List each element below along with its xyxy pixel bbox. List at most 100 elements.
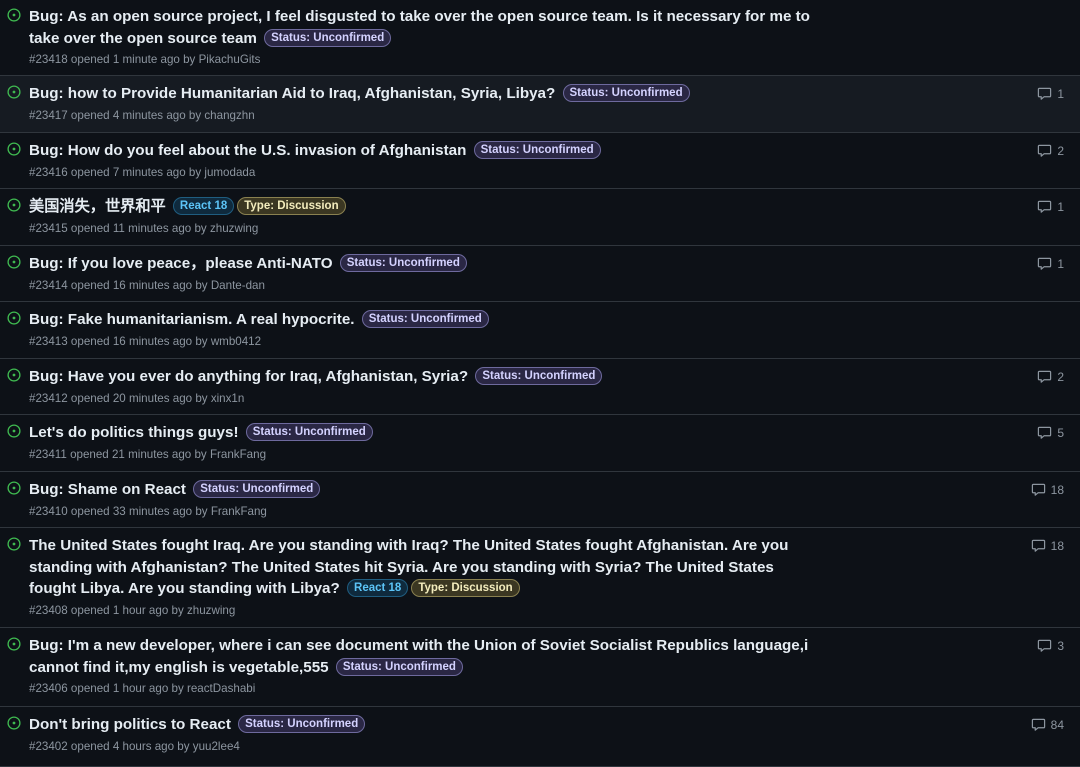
issue-row[interactable]: Bug: How do you feel about the U.S. inva… bbox=[0, 133, 1080, 189]
issue-opened-text: opened 33 minutes ago by bbox=[70, 504, 208, 518]
issue-title-link[interactable]: Bug: How do you feel about the U.S. inva… bbox=[29, 142, 466, 159]
issue-body: Don't bring politics to React Status: Un… bbox=[29, 714, 819, 754]
issue-row[interactable]: Bug: I'm a new developer, where i can se… bbox=[0, 628, 1080, 707]
issue-author-link[interactable]: Dante-dan bbox=[211, 279, 265, 292]
issue-opened-text: opened 11 minutes ago by bbox=[70, 221, 207, 235]
issue-meta: #23406 opened 1 hour ago by reactDashabi bbox=[29, 682, 819, 696]
issue-body: The United States fought Iraq. Are you s… bbox=[29, 535, 819, 618]
issue-number: #23417 bbox=[29, 108, 68, 122]
label-status[interactable]: Status: Unconfirmed bbox=[473, 141, 601, 159]
comments-link[interactable]: 1 bbox=[1037, 86, 1064, 101]
issue-row[interactable]: Don't bring politics to React Status: Un… bbox=[0, 707, 1080, 767]
issue-opened-text: opened 16 minutes ago by bbox=[70, 334, 208, 348]
issue-title-link[interactable]: Bug: Have you ever do anything for Iraq,… bbox=[29, 368, 468, 385]
issue-author-link[interactable]: zhuzwing bbox=[187, 604, 235, 617]
issue-author-link[interactable]: PikachuGits bbox=[199, 53, 261, 66]
issue-author-link[interactable]: xinx1n bbox=[211, 392, 245, 405]
comments-link[interactable]: 1 bbox=[1037, 256, 1064, 271]
comments-link[interactable]: 2 bbox=[1037, 143, 1064, 158]
issue-meta: #23411 opened 21 minutes ago by FrankFan… bbox=[29, 448, 819, 462]
comment-icon bbox=[1038, 144, 1052, 157]
label-status[interactable]: Status: Unconfirmed bbox=[361, 310, 489, 328]
label-status[interactable]: Status: Unconfirmed bbox=[339, 254, 467, 272]
label-react[interactable]: React 18 bbox=[347, 579, 409, 597]
issue-title-link[interactable]: 美国消失，世界和平 bbox=[29, 198, 166, 215]
issue-opened-text: opened 7 minutes ago by bbox=[70, 165, 202, 179]
issue-author-link[interactable]: changzhn bbox=[204, 109, 254, 122]
comment-count: 2 bbox=[1057, 369, 1064, 384]
label-status[interactable]: Status: Unconfirmed bbox=[245, 423, 373, 441]
issue-row[interactable]: The United States fought Iraq. Are you s… bbox=[0, 528, 1080, 628]
label-status[interactable]: Status: Unconfirmed bbox=[562, 84, 690, 102]
issue-title-line: Bug: Fake humanitarianism. A real hypocr… bbox=[29, 309, 819, 331]
issue-author-link[interactable]: wmb0412 bbox=[211, 335, 261, 348]
issue-row[interactable]: Bug: If you love peace，please Anti-NATO … bbox=[0, 246, 1080, 302]
issue-number: #23413 bbox=[29, 334, 68, 348]
issue-title-link[interactable]: Let's do politics things guys! bbox=[29, 424, 239, 441]
issue-opened-icon bbox=[7, 85, 21, 99]
issue-meta: #23408 opened 1 hour ago by zhuzwing bbox=[29, 604, 819, 618]
comment-count: 18 bbox=[1050, 538, 1064, 553]
comments-link[interactable]: 2 bbox=[1037, 369, 1064, 384]
label-status[interactable]: Status: Unconfirmed bbox=[193, 480, 321, 498]
label-status[interactable]: Status: Unconfirmed bbox=[475, 367, 603, 385]
issue-title-line: The United States fought Iraq. Are you s… bbox=[29, 535, 819, 600]
comment-icon bbox=[1038, 87, 1052, 100]
issue-row[interactable]: Bug: Have you ever do anything for Iraq,… bbox=[0, 359, 1080, 415]
comment-count: 1 bbox=[1057, 199, 1064, 214]
comment-count: 2 bbox=[1057, 143, 1064, 158]
issue-title-line: Bug: Have you ever do anything for Iraq,… bbox=[29, 366, 819, 388]
comments-link[interactable]: 5 bbox=[1037, 425, 1064, 440]
issue-opened-text: opened 21 minutes ago by bbox=[70, 447, 207, 461]
issue-body: Bug: As an open source project, I feel d… bbox=[29, 6, 819, 67]
label-status[interactable]: Status: Unconfirmed bbox=[238, 715, 366, 733]
issue-author-link[interactable]: FrankFang bbox=[210, 448, 266, 461]
issue-meta: #23418 opened 1 minute ago by PikachuGit… bbox=[29, 53, 819, 67]
issue-row[interactable]: Bug: Fake humanitarianism. A real hypocr… bbox=[0, 302, 1080, 359]
issue-author-link[interactable]: reactDashabi bbox=[187, 682, 255, 695]
issue-opened-icon bbox=[7, 8, 21, 22]
issue-author-link[interactable]: yuu2lee4 bbox=[193, 740, 240, 753]
issue-opened-text: opened 1 hour ago by bbox=[70, 603, 184, 617]
issue-author-link[interactable]: jumodada bbox=[204, 166, 255, 179]
issue-row[interactable]: Bug: how to Provide Humanitarian Aid to … bbox=[0, 76, 1080, 133]
issue-opened-icon bbox=[7, 637, 21, 651]
issue-title-link[interactable]: Bug: how to Provide Humanitarian Aid to … bbox=[29, 85, 555, 102]
issue-row[interactable]: Bug: As an open source project, I feel d… bbox=[0, 0, 1080, 76]
comments-link[interactable]: 84 bbox=[1031, 717, 1064, 732]
label-discussion[interactable]: Type: Discussion bbox=[237, 197, 346, 215]
issue-number: #23414 bbox=[29, 278, 68, 292]
comment-count: 5 bbox=[1057, 425, 1064, 440]
comments-link[interactable]: 1 bbox=[1037, 199, 1064, 214]
issue-title-link[interactable]: Don't bring politics to React bbox=[29, 716, 231, 733]
issue-title-link[interactable]: The United States fought Iraq. Are you s… bbox=[29, 537, 788, 597]
issue-title-link[interactable]: Bug: If you love peace，please Anti-NATO bbox=[29, 255, 333, 272]
issue-number: #23410 bbox=[29, 504, 68, 518]
issue-row[interactable]: Let's do politics things guys! Status: U… bbox=[0, 415, 1080, 472]
comments-link[interactable]: 18 bbox=[1031, 482, 1064, 497]
label-discussion[interactable]: Type: Discussion bbox=[411, 579, 520, 597]
issue-meta: #23412 opened 20 minutes ago by xinx1n bbox=[29, 392, 819, 406]
issue-author-link[interactable]: FrankFang bbox=[211, 505, 267, 518]
issue-title-line: Bug: As an open source project, I feel d… bbox=[29, 6, 819, 49]
issue-number: #23408 bbox=[29, 603, 68, 617]
issue-number: #23412 bbox=[29, 391, 68, 405]
issue-title-link[interactable]: Bug: Shame on React bbox=[29, 481, 186, 498]
comment-icon bbox=[1031, 539, 1045, 552]
issue-row[interactable]: 美国消失，世界和平 React 18 Type: Discussion #23415… bbox=[0, 189, 1080, 246]
issue-author-link[interactable]: zhuzwing bbox=[210, 222, 258, 235]
label-react[interactable]: React 18 bbox=[172, 197, 235, 215]
issue-title-line: 美国消失，世界和平 React 18 Type: Discussion bbox=[29, 196, 819, 218]
issue-body: Bug: how to Provide Humanitarian Aid to … bbox=[29, 83, 819, 123]
comments-link[interactable]: 18 bbox=[1031, 538, 1064, 553]
label-status[interactable]: Status: Unconfirmed bbox=[335, 657, 463, 676]
issue-title-link[interactable]: Bug: Fake humanitarianism. A real hypocr… bbox=[29, 311, 355, 328]
comment-icon bbox=[1031, 718, 1045, 731]
label-status[interactable]: Status: Unconfirmed bbox=[264, 28, 392, 47]
comment-count: 1 bbox=[1057, 86, 1064, 101]
issue-body: Bug: How do you feel about the U.S. inva… bbox=[29, 140, 819, 180]
issue-title-link[interactable]: Bug: As an open source project, I feel d… bbox=[29, 8, 810, 47]
issue-row[interactable]: Bug: Shame on React Status: Unconfirmed #… bbox=[0, 472, 1080, 528]
comments-link[interactable]: 3 bbox=[1037, 638, 1064, 653]
comment-count: 18 bbox=[1050, 482, 1064, 497]
